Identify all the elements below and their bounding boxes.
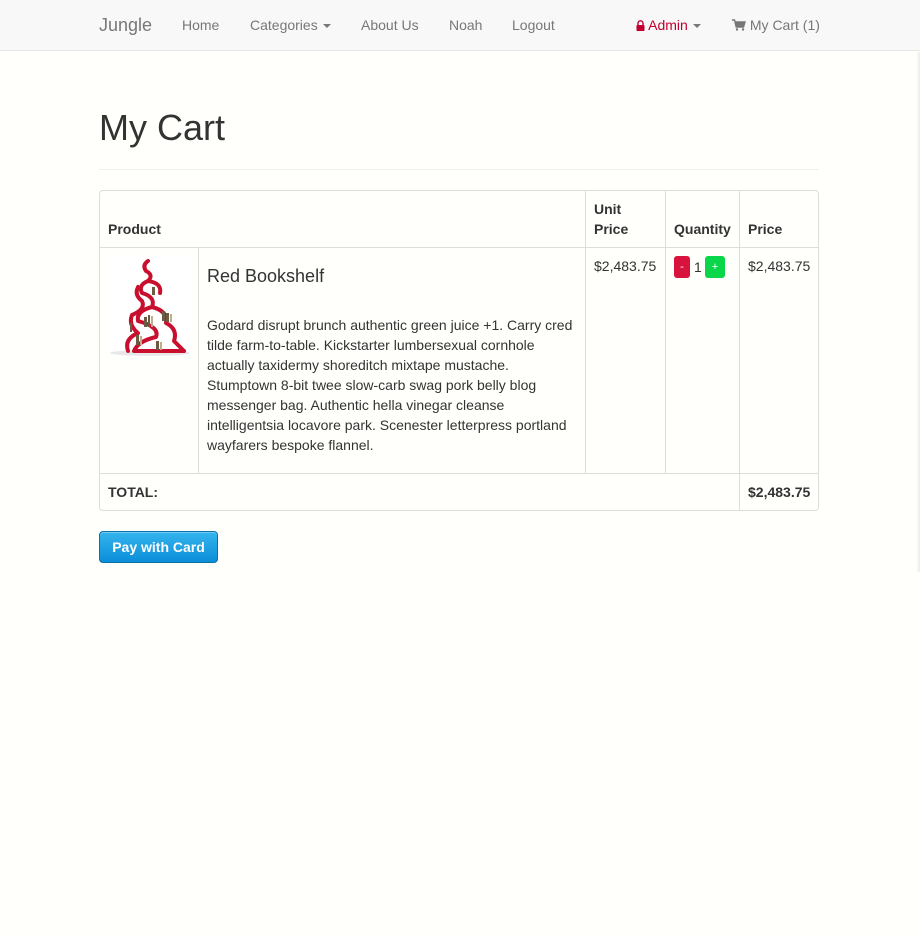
increase-quantity-button[interactable]: + [705, 256, 725, 278]
header-product: Product [108, 221, 161, 237]
quantity-value: 1 [694, 259, 702, 275]
top-navbar: Jungle Home Categories About Us Noah Log… [0, 0, 920, 51]
nav-logout[interactable]: Logout [512, 16, 555, 34]
decrease-quantity-button[interactable]: - [674, 256, 690, 278]
chevron-down-icon [692, 24, 701, 29]
cart-table: Product Unit Price Quantity Price Red Bo… [99, 190, 819, 511]
pay-with-card-button[interactable]: Pay with Card [99, 531, 218, 563]
nav-cart-label: My Cart (1) [749, 17, 820, 33]
header-divider [99, 169, 819, 170]
total-row-divider [100, 473, 818, 474]
line-price: $2,483.75 [748, 258, 811, 274]
nav-cart[interactable]: My Cart (1) [732, 16, 820, 34]
nav-user[interactable]: Noah [449, 16, 482, 34]
shopping-cart-icon [732, 19, 746, 31]
product-name[interactable]: Red Bookshelf [207, 264, 324, 288]
nav-categories-dropdown[interactable]: Categories [250, 16, 331, 34]
total-label: TOTAL: [108, 484, 159, 500]
header-unit-price-line2: Price [594, 221, 629, 237]
nav-home[interactable]: Home [182, 16, 219, 34]
chevron-down-icon [322, 24, 331, 29]
unit-price: $2,483.75 [594, 258, 657, 274]
column-divider [739, 191, 740, 510]
header-unit-price-line1: Unit [594, 201, 622, 217]
column-divider [665, 191, 666, 473]
total-value: $2,483.75 [748, 484, 811, 500]
nav-admin-dropdown[interactable]: Admin [636, 16, 701, 34]
header-row-divider [100, 247, 818, 248]
column-divider [198, 248, 199, 473]
header-quantity: Quantity [674, 221, 731, 237]
nav-categories-label: Categories [250, 17, 318, 33]
scroll-shadow [916, 52, 920, 572]
header-price: Price [748, 221, 783, 237]
brand-link[interactable]: Jungle [99, 14, 152, 36]
product-thumbnail[interactable] [108, 257, 190, 357]
lock-icon [636, 20, 645, 31]
page-title: My Cart [99, 107, 225, 148]
column-divider [585, 191, 586, 473]
nav-about[interactable]: About Us [361, 16, 419, 34]
nav-admin-label: Admin [648, 17, 688, 33]
product-description: Godard disrupt brunch authentic green ju… [207, 317, 573, 453]
